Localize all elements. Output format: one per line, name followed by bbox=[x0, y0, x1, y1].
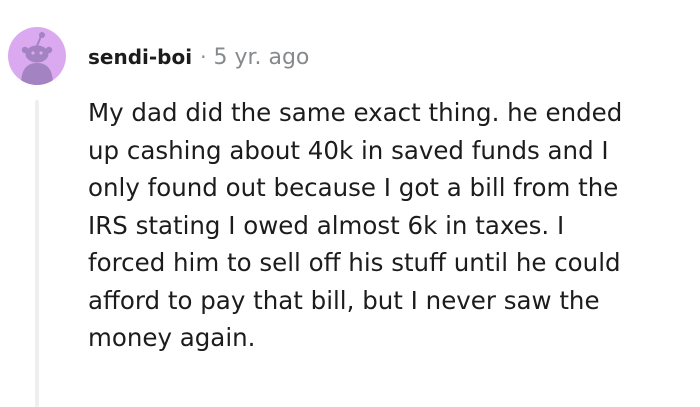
comment-meta: sendi-boi · 5 yr. ago bbox=[88, 40, 309, 74]
thread-line[interactable] bbox=[35, 100, 39, 407]
avatar[interactable] bbox=[8, 27, 66, 85]
comment-body: My dad did the same exact thing. he ende… bbox=[88, 94, 698, 357]
comment-body-line: My dad did the same exact thing. he ende… bbox=[88, 98, 623, 127]
comment-body-line: only found out because I got a bill from… bbox=[88, 173, 619, 202]
comment-body-line: IRS stating I owed almost 6k in taxes. I bbox=[88, 210, 565, 240]
comment-body-line: money again. bbox=[88, 323, 256, 352]
comment-body-line: forced him to sell off his stuff until h… bbox=[88, 248, 621, 277]
snoo-avatar-icon bbox=[21, 32, 53, 85]
comment: sendi-boi · 5 yr. ago My dad did the sam… bbox=[0, 0, 700, 407]
comment-body-line: up cashing about 40k in saved funds and … bbox=[88, 135, 609, 165]
username-link[interactable]: sendi-boi bbox=[88, 45, 192, 69]
comment-timestamp[interactable]: 5 yr. ago bbox=[213, 45, 309, 70]
comment-body-line: afford to pay that bill, but I never saw… bbox=[88, 285, 600, 315]
meta-separator: · bbox=[200, 45, 207, 69]
